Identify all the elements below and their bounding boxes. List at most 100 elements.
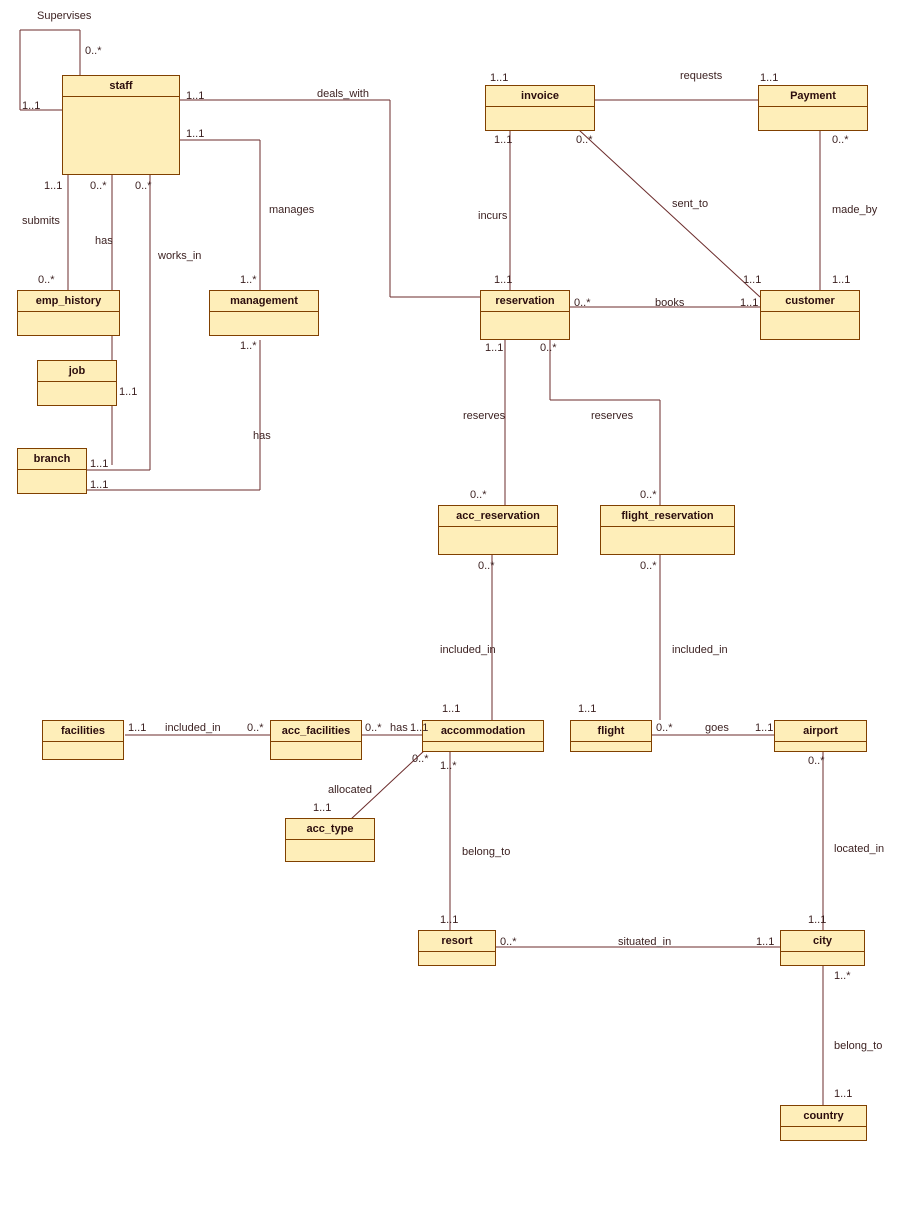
- rel-reserves-1: reserves: [463, 410, 505, 422]
- entity-country[interactable]: country: [780, 1105, 867, 1141]
- mult: 0..*: [832, 134, 849, 146]
- rel-goes: goes: [705, 722, 729, 734]
- mult: 0..*: [540, 342, 557, 354]
- mult: 1..*: [240, 274, 257, 286]
- entity-title: flight_reservation: [601, 506, 734, 527]
- mult: 1..1: [740, 297, 758, 309]
- entity-title: customer: [761, 291, 859, 312]
- entity-emp-history[interactable]: emp_history: [17, 290, 120, 336]
- entity-flight[interactable]: flight: [570, 720, 652, 752]
- entity-title: acc_type: [286, 819, 374, 840]
- mult: 0..*: [574, 297, 591, 309]
- mult: 1..1: [128, 722, 146, 734]
- mult: 0..*: [808, 755, 825, 767]
- mult: 1..1: [485, 342, 503, 354]
- mult: 1..1: [313, 802, 331, 814]
- entity-acc-facilities[interactable]: acc_facilities: [270, 720, 362, 760]
- entity-payment[interactable]: Payment: [758, 85, 868, 131]
- entity-resort[interactable]: resort: [418, 930, 496, 966]
- rel-belong-to-2: belong_to: [834, 1040, 882, 1052]
- rel-reserves-2: reserves: [591, 410, 633, 422]
- entity-airport[interactable]: airport: [774, 720, 867, 752]
- rel-has-3: has: [390, 722, 408, 734]
- rel-incurs: incurs: [478, 210, 507, 222]
- entity-invoice[interactable]: invoice: [485, 85, 595, 131]
- mult: 1..1: [119, 386, 137, 398]
- mult: 1..1: [410, 722, 428, 734]
- mult: 0..*: [640, 489, 657, 501]
- entity-title: facilities: [43, 721, 123, 742]
- rel-made-by: made_by: [832, 204, 877, 216]
- mult: 1..1: [760, 72, 778, 84]
- rel-books: books: [655, 297, 684, 309]
- mult: 1..1: [494, 274, 512, 286]
- entity-title: country: [781, 1106, 866, 1127]
- rel-has-2: has: [253, 430, 271, 442]
- mult: 0..*: [656, 722, 673, 734]
- entity-acc-reservation[interactable]: acc_reservation: [438, 505, 558, 555]
- mult: 0..*: [135, 180, 152, 192]
- mult: 1..1: [442, 703, 460, 715]
- mult: 1..*: [440, 760, 457, 772]
- rel-requests: requests: [680, 70, 722, 82]
- rel-situated-in: situated_in: [618, 936, 671, 948]
- rel-included-in-2: included_in: [672, 644, 728, 656]
- mult: 1..1: [490, 72, 508, 84]
- entity-title: accommodation: [423, 721, 543, 742]
- entity-title: Payment: [759, 86, 867, 107]
- rel-belong-to-1: belong_to: [462, 846, 510, 858]
- mult: 1..1: [440, 914, 458, 926]
- mult: 1..1: [756, 936, 774, 948]
- mult: 1..1: [755, 722, 773, 734]
- entity-title: staff: [63, 76, 179, 97]
- mult: 1..1: [578, 703, 596, 715]
- entity-accommodation[interactable]: accommodation: [422, 720, 544, 752]
- entity-reservation[interactable]: reservation: [480, 290, 570, 340]
- entity-title: flight: [571, 721, 651, 742]
- entity-title: resort: [419, 931, 495, 952]
- mult: 0..*: [38, 274, 55, 286]
- entity-title: airport: [775, 721, 866, 742]
- entity-flight-reservation[interactable]: flight_reservation: [600, 505, 735, 555]
- mult: 1..1: [44, 180, 62, 192]
- entity-staff[interactable]: staff: [62, 75, 180, 175]
- entity-title: invoice: [486, 86, 594, 107]
- rel-located-in: located_in: [834, 843, 884, 855]
- entity-management[interactable]: management: [209, 290, 319, 336]
- rel-works-in: works_in: [158, 250, 201, 262]
- entity-title: branch: [18, 449, 86, 470]
- rel-allocated: allocated: [328, 784, 372, 796]
- entity-branch[interactable]: branch: [17, 448, 87, 494]
- mult: 1..1: [832, 274, 850, 286]
- entity-title: management: [210, 291, 318, 312]
- entity-title: acc_reservation: [439, 506, 557, 527]
- entity-city[interactable]: city: [780, 930, 865, 966]
- entity-job[interactable]: job: [37, 360, 117, 406]
- mult: 1..1: [808, 914, 826, 926]
- mult: 1..1: [90, 458, 108, 470]
- mult: 1..1: [22, 100, 40, 112]
- mult: 1..*: [240, 340, 257, 352]
- mult: 1..*: [834, 970, 851, 982]
- entity-customer[interactable]: customer: [760, 290, 860, 340]
- entity-title: city: [781, 931, 864, 952]
- entity-title: emp_history: [18, 291, 119, 312]
- entity-acc-type[interactable]: acc_type: [285, 818, 375, 862]
- mult: 0..*: [640, 560, 657, 572]
- mult: 0..*: [500, 936, 517, 948]
- entity-facilities[interactable]: facilities: [42, 720, 124, 760]
- mult: 1..1: [834, 1088, 852, 1100]
- entity-title: job: [38, 361, 116, 382]
- mult: 1..1: [186, 128, 204, 140]
- rel-submits: submits: [22, 215, 60, 227]
- mult: 0..*: [90, 180, 107, 192]
- rel-has-1: has: [95, 235, 113, 247]
- mult: 1..1: [186, 90, 204, 102]
- entity-title: acc_facilities: [271, 721, 361, 742]
- rel-manages: manages: [269, 204, 314, 216]
- mult: 0..*: [247, 722, 264, 734]
- mult: 0..*: [85, 45, 102, 57]
- mult: 0..*: [412, 753, 429, 765]
- rel-supervises: Supervises: [37, 10, 91, 22]
- mult: 1..1: [90, 479, 108, 491]
